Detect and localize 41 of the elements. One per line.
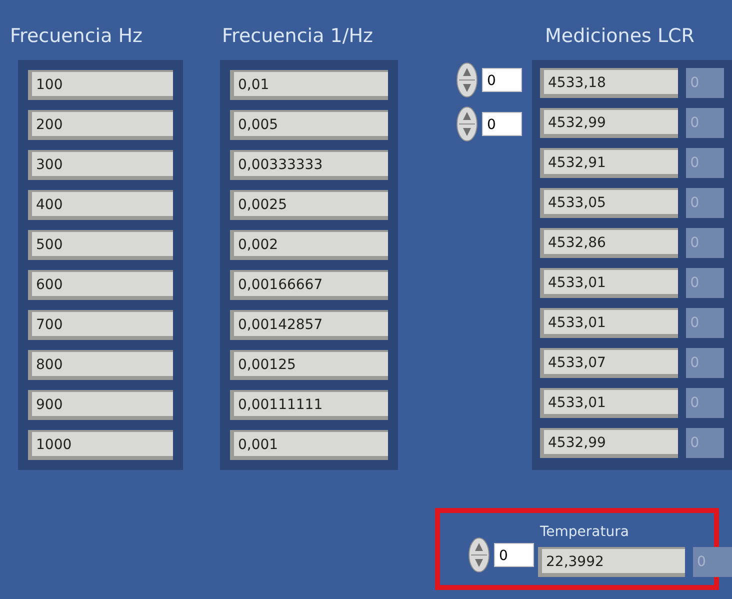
value-cell: 4533,01: [540, 308, 678, 338]
value-cell: 0,001: [230, 430, 388, 460]
value-cell: 0,00166667: [230, 270, 388, 300]
value-cell: 4532,86: [540, 228, 678, 258]
value-cell: 600: [28, 270, 173, 300]
value-cell: 0,00333333: [230, 150, 388, 180]
value-cell: 100: [28, 70, 173, 100]
index-field[interactable]: 0: [482, 68, 522, 92]
temperature-label: Temperatura: [540, 523, 630, 542]
value-cell: 4532,99: [540, 108, 678, 138]
value-cell: 4533,07: [540, 348, 678, 378]
column-title: Frecuencia Hz: [10, 25, 143, 47]
column-title: Mediciones LCR: [545, 25, 694, 47]
value-cell: 4533,01: [540, 268, 678, 298]
value-cell: 0,00125: [230, 350, 388, 380]
value-cell: 800: [28, 350, 173, 380]
spinner-arrows-icon[interactable]: [456, 106, 478, 142]
column-title: Frecuencia 1/Hz: [222, 25, 374, 47]
value-cell: 0,0025: [230, 190, 388, 220]
value-cell: 4533,18: [540, 68, 678, 98]
value-cell: 0,00142857: [230, 310, 388, 340]
value-cell: 0,005: [230, 110, 388, 140]
value-cell: 0,01: [230, 70, 388, 100]
value-cell: 700: [28, 310, 173, 340]
value-cell: 4533,01: [540, 388, 678, 418]
value-cell: 4532,91: [540, 148, 678, 178]
index-field[interactable]: 0: [482, 112, 522, 136]
value-cell: 0,002: [230, 230, 388, 260]
spinner-arrows-icon[interactable]: [468, 537, 490, 573]
value-cell: 300: [28, 150, 173, 180]
value-cell: 500: [28, 230, 173, 260]
value-cell: 200: [28, 110, 173, 140]
spinner-arrows-icon[interactable]: [456, 62, 478, 98]
value-cell: 0,00111111: [230, 390, 388, 420]
value-cell: 1000: [28, 430, 173, 460]
value-cell: 4533,05: [540, 188, 678, 218]
value-cell: 4532,99: [540, 428, 678, 458]
value-cell: 400: [28, 190, 173, 220]
value-cell: 900: [28, 390, 173, 420]
value-cell: 22,3992: [538, 547, 685, 577]
index-field[interactable]: 0: [494, 543, 534, 567]
